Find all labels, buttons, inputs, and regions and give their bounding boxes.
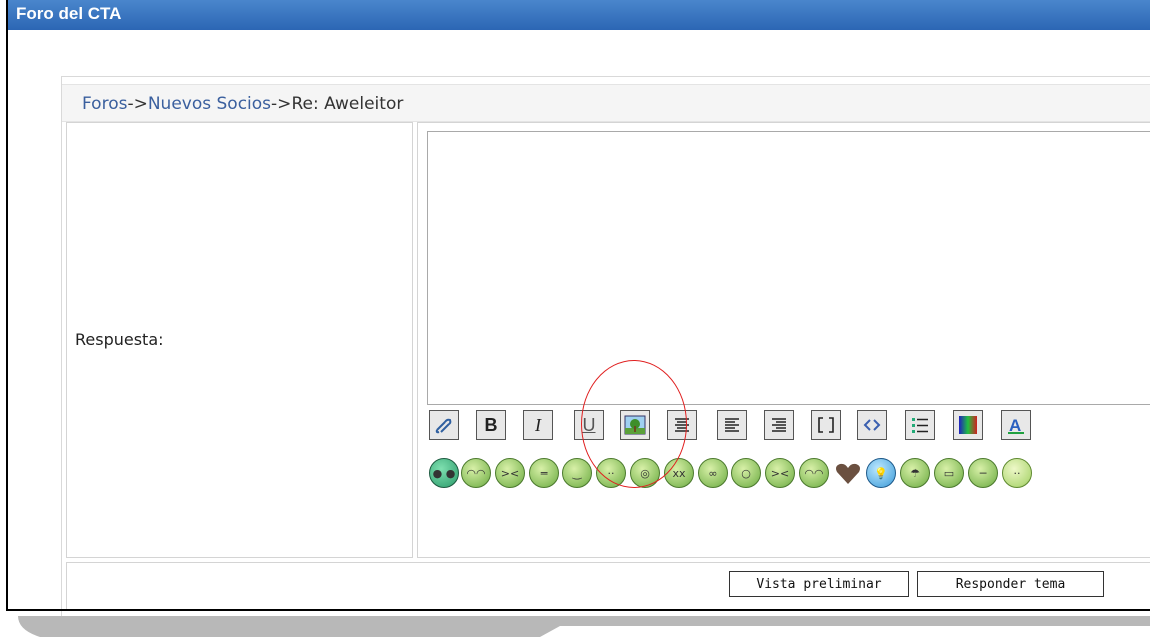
smile-icon[interactable]: ·· <box>1002 458 1032 488</box>
breadcrumb-link-foros[interactable]: Foros <box>82 94 127 114</box>
shock-icon[interactable]: ○ <box>731 458 761 488</box>
font-icon[interactable]: A <box>1001 410 1031 440</box>
laugh-icon[interactable]: ◠◠ <box>461 458 491 488</box>
angry-icon[interactable]: ▭ <box>934 458 964 488</box>
neutral-icon[interactable]: ─ <box>968 458 998 488</box>
reply-textarea[interactable] <box>427 131 1150 405</box>
breadcrumb-link-section[interactable]: Nuevos Socios <box>148 94 271 114</box>
wink-icon[interactable]: ☂ <box>900 458 930 488</box>
bold-icon[interactable]: B <box>476 410 506 440</box>
breadcrumb: Foros->Nuevos Socios->Re: Aweleitor <box>62 84 1150 122</box>
label-cell: Respuesta: <box>66 122 413 558</box>
breadcrumb-current: Re: Aweleitor <box>291 94 404 114</box>
brackets-icon[interactable] <box>811 410 841 440</box>
smile-icon[interactable]: ‿ <box>562 458 592 488</box>
heart-icon[interactable] <box>833 458 863 488</box>
screenshot-frame: Foro del CTA Foros->Nuevos Socios->Re: A… <box>0 0 1150 637</box>
breadcrumb-text: Foros->Nuevos Socios->Re: Aweleitor <box>82 94 403 114</box>
idea-icon[interactable]: 💡 <box>866 458 896 488</box>
sad-icon[interactable]: >< <box>495 458 525 488</box>
list-icon[interactable] <box>905 410 935 440</box>
preview-button[interactable]: Vista preliminar <box>729 571 909 597</box>
code-icon[interactable] <box>857 410 887 440</box>
reply-button[interactable]: Responder tema <box>917 571 1104 597</box>
frame-border-left <box>6 0 8 610</box>
italic-icon[interactable]: I <box>523 410 553 440</box>
breadcrumb-separator: -> <box>127 94 148 114</box>
alien-icon[interactable]: ● ● <box>429 458 459 488</box>
mad-icon[interactable]: >< <box>765 458 795 488</box>
frame-border-bottom <box>6 609 1150 611</box>
breadcrumb-separator: -> <box>271 94 292 114</box>
happy-icon[interactable]: ◠◠ <box>799 458 829 488</box>
align-right-icon[interactable] <box>764 410 794 440</box>
link-icon[interactable] <box>429 410 459 440</box>
annotation-circle <box>581 360 687 488</box>
frame-shadow <box>0 616 1150 637</box>
reply-label: Respuesta: <box>75 330 164 349</box>
cool-icon[interactable]: ∞ <box>698 458 728 488</box>
window-titlebar: Foro del CTA <box>8 0 1150 30</box>
window-title: Foro del CTA <box>16 4 122 23</box>
align-left-icon[interactable] <box>717 410 747 440</box>
color-icon[interactable] <box>953 410 983 440</box>
grin-icon[interactable]: ═ <box>529 458 559 488</box>
